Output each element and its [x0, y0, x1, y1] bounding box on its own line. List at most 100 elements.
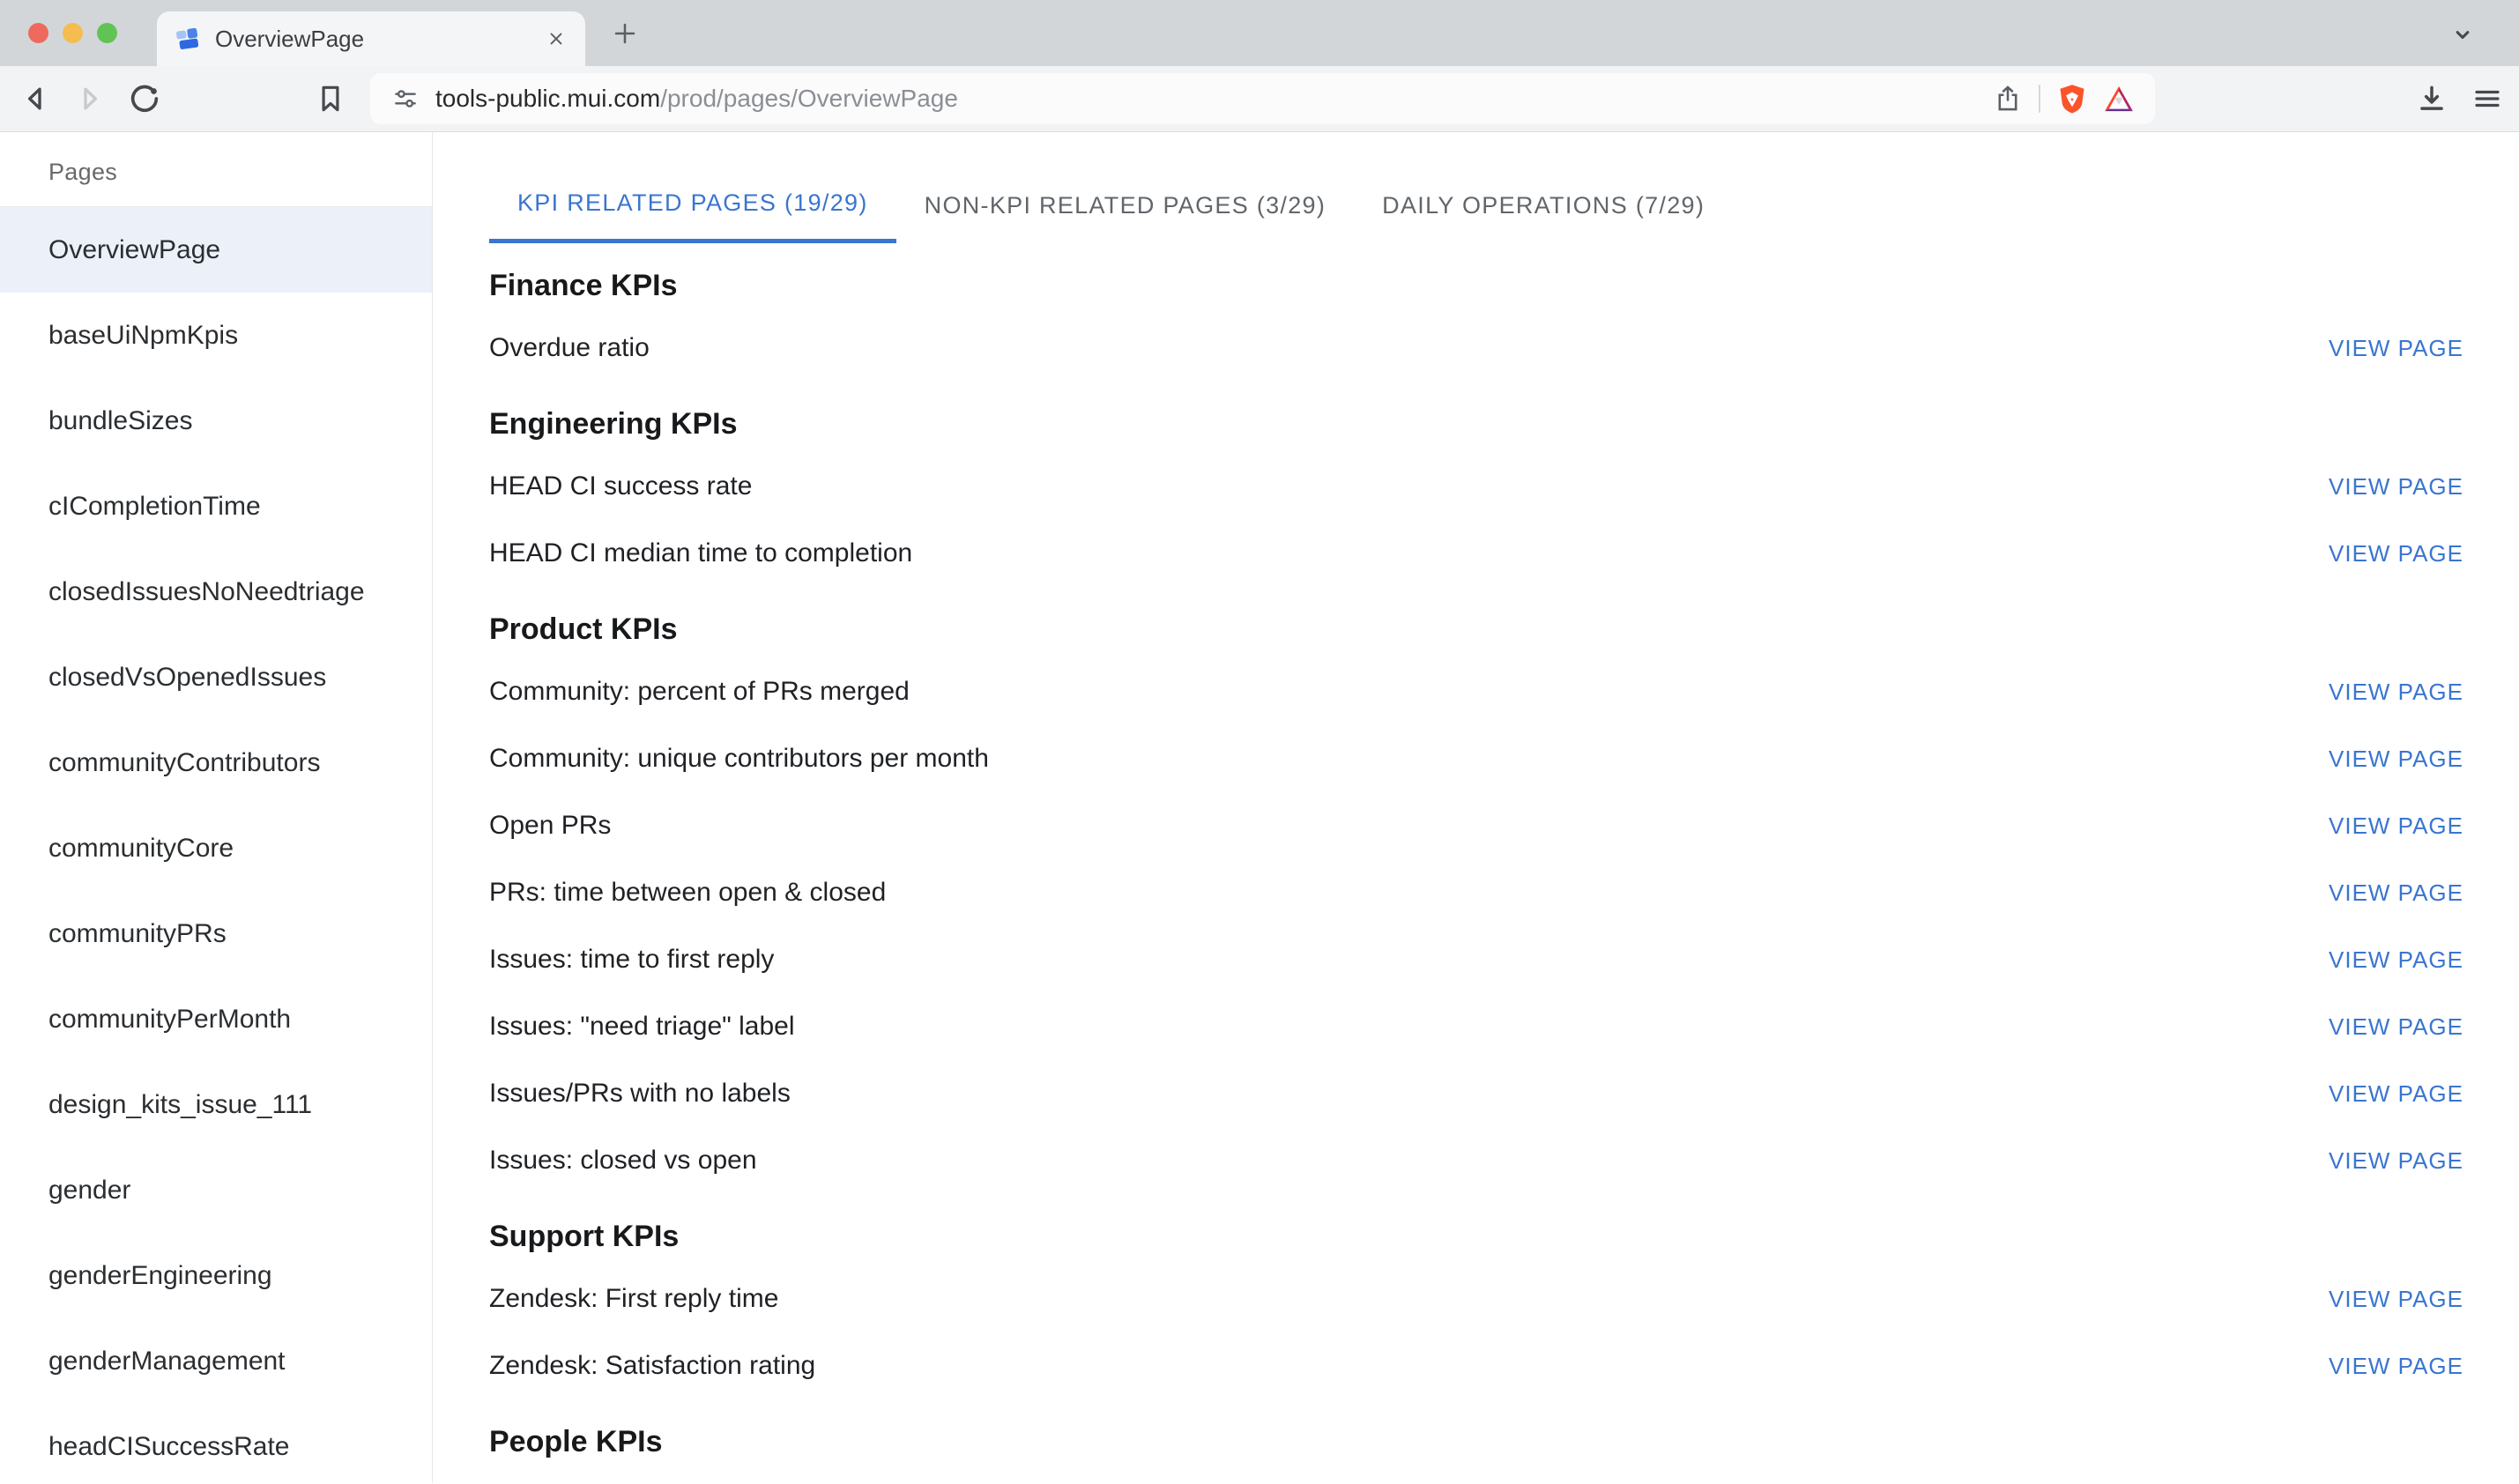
- sidebar-item-bundleSizes[interactable]: bundleSizes: [0, 378, 432, 464]
- view-page-link[interactable]: VIEW PAGE: [2329, 812, 2463, 840]
- kpi-label: Community: unique contributors per month: [489, 744, 989, 774]
- sidebar-item-genderManagement[interactable]: genderManagement: [0, 1318, 432, 1404]
- sidebar-item-cICompletionTime[interactable]: cICompletionTime: [0, 464, 432, 549]
- share-icon[interactable]: [1993, 84, 2023, 114]
- section-rows: Zendesk: First reply time VIEW PAGE Zend…: [489, 1265, 2463, 1399]
- sidebar-item-closedIssuesNoNeedtriage[interactable]: closedIssuesNoNeedtriage: [0, 549, 432, 634]
- page-content: Pages OverviewPage baseUiNpmKpis bundleS…: [0, 132, 2519, 1483]
- sidebar-item-OverviewPage[interactable]: OverviewPage: [0, 207, 432, 293]
- view-page-link[interactable]: VIEW PAGE: [2329, 540, 2463, 568]
- sidebar-item-label: genderEngineering: [48, 1261, 272, 1291]
- section-title: People KPIs: [489, 1424, 2463, 1460]
- tab-strip: OverviewPage: [0, 0, 2519, 66]
- sidebar-item-baseUiNpmKpis[interactable]: baseUiNpmKpis: [0, 293, 432, 378]
- view-page-link[interactable]: VIEW PAGE: [2329, 946, 2463, 974]
- sidebar-item-design_kits_issue_111[interactable]: design_kits_issue_111: [0, 1062, 432, 1147]
- close-window-button[interactable]: [28, 23, 48, 43]
- kpi-label: Overdue ratio: [489, 333, 650, 363]
- minimize-window-button[interactable]: [63, 23, 83, 43]
- sidebar-item-label: headCISuccessRate: [48, 1432, 290, 1462]
- category-tab-non-kpi-related-pages-3-29-[interactable]: NON-KPI RELATED PAGES (3/29): [896, 167, 1355, 243]
- view-page-link[interactable]: VIEW PAGE: [2329, 1080, 2463, 1108]
- kpi-label: PRs: time between open & closed: [489, 878, 886, 908]
- category-tab-kpi-related-pages-19-29-[interactable]: KPI RELATED PAGES (19/29): [489, 167, 896, 243]
- reload-button[interactable]: [125, 79, 164, 118]
- sidebar-item-label: design_kits_issue_111: [48, 1090, 312, 1120]
- sidebar-item-genderEngineering[interactable]: genderEngineering: [0, 1233, 432, 1318]
- toolbar-right-group: [2415, 82, 2503, 115]
- tab-search-chevron-down-icon[interactable]: [2450, 22, 2475, 47]
- kpi-label: Issues: "need triage" label: [489, 1012, 795, 1042]
- site-settings-tune-icon[interactable]: [391, 85, 420, 113]
- view-page-link[interactable]: VIEW PAGE: [2329, 1353, 2463, 1380]
- kpi-row: Issues: "need triage" label VIEW PAGE: [489, 993, 2463, 1060]
- menu-hamburger-icon[interactable]: [2471, 83, 2503, 115]
- forward-button-disabled[interactable]: [71, 79, 109, 118]
- sidebar-item-communityContributors[interactable]: communityContributors: [0, 720, 432, 805]
- tab-title: OverviewPage: [215, 26, 531, 53]
- sidebar-item-communityPerMonth[interactable]: communityPerMonth: [0, 976, 432, 1062]
- kpi-row: Zendesk: First reply time VIEW PAGE: [489, 1265, 2463, 1332]
- browser-toolbar: tools-public.mui.com/prod/pages/Overview…: [0, 66, 2519, 132]
- view-page-link[interactable]: VIEW PAGE: [2329, 879, 2463, 907]
- sidebar-item-label: bundleSizes: [48, 406, 192, 436]
- view-page-link[interactable]: VIEW PAGE: [2329, 335, 2463, 362]
- kpi-label: Issues/PRs with no labels: [489, 1079, 791, 1109]
- brave-rewards-bat-icon[interactable]: [2104, 85, 2134, 112]
- new-tab-button[interactable]: [610, 19, 640, 48]
- kpi-section: Engineering KPIs HEAD CI success rate VI…: [489, 406, 2463, 587]
- kpi-row: Community: unique contributors per month…: [489, 725, 2463, 792]
- browser-window: OverviewPage: [0, 0, 2519, 1483]
- kpi-row: Issues/PRs with no labels VIEW PAGE: [489, 1060, 2463, 1127]
- toolbar-divider: [2039, 85, 2040, 113]
- address-bar[interactable]: tools-public.mui.com/prod/pages/Overview…: [370, 73, 2155, 124]
- browser-tab[interactable]: OverviewPage: [157, 11, 585, 66]
- url-path: /prod/pages/OverviewPage: [660, 85, 958, 112]
- back-button[interactable]: [16, 79, 55, 118]
- sidebar-item-closedVsOpenedIssues[interactable]: closedVsOpenedIssues: [0, 634, 432, 720]
- view-page-link[interactable]: VIEW PAGE: [2329, 746, 2463, 773]
- section-title: Product KPIs: [489, 612, 2463, 648]
- category-tab-daily-operations-7-29-[interactable]: DAILY OPERATIONS (7/29): [1354, 167, 1733, 243]
- sidebar-item-label: closedVsOpenedIssues: [48, 663, 326, 693]
- sidebar-item-label: closedIssuesNoNeedtriage: [48, 577, 365, 607]
- kpi-section: Product KPIs Community: percent of PRs m…: [489, 612, 2463, 1194]
- kpi-row: Issues: closed vs open VIEW PAGE: [489, 1127, 2463, 1194]
- brave-shields-icon[interactable]: [2056, 83, 2088, 115]
- kpi-row: Open PRs VIEW PAGE: [489, 792, 2463, 859]
- view-page-link[interactable]: VIEW PAGE: [2329, 1286, 2463, 1313]
- kpi-row: Overdue ratio VIEW PAGE: [489, 315, 2463, 382]
- sidebar-item-headCISuccessRate[interactable]: headCISuccessRate: [0, 1404, 432, 1484]
- sidebar-item-gender[interactable]: gender: [0, 1147, 432, 1233]
- sidebar-item-label: cICompletionTime: [48, 492, 261, 522]
- section-rows: HEAD CI success rate VIEW PAGE HEAD CI m…: [489, 453, 2463, 587]
- kpi-label: Open PRs: [489, 811, 611, 841]
- view-page-link[interactable]: VIEW PAGE: [2329, 679, 2463, 706]
- sidebar-item-label: communityPRs: [48, 919, 227, 949]
- sidebar-item-communityPRs[interactable]: communityPRs: [0, 891, 432, 976]
- sidebar-item-label: communityPerMonth: [48, 1005, 291, 1035]
- sidebar-item-label: OverviewPage: [48, 235, 220, 265]
- tab-close-icon[interactable]: [545, 27, 568, 50]
- kpi-label: HEAD CI success rate: [489, 471, 752, 501]
- kpi-sections: Finance KPIs Overdue ratio VIEW PAGE Eng…: [489, 268, 2463, 1460]
- kpi-label: Community: percent of PRs merged: [489, 677, 910, 707]
- view-page-link[interactable]: VIEW PAGE: [2329, 473, 2463, 501]
- bookmark-icon[interactable]: [312, 79, 349, 118]
- kpi-label: Zendesk: First reply time: [489, 1284, 778, 1314]
- section-rows: Community: percent of PRs merged VIEW PA…: [489, 658, 2463, 1194]
- kpi-row: HEAD CI median time to completion VIEW P…: [489, 520, 2463, 587]
- sidebar-item-label: communityCore: [48, 834, 234, 864]
- view-page-link[interactable]: VIEW PAGE: [2329, 1013, 2463, 1041]
- sidebar-item-communityCore[interactable]: communityCore: [0, 805, 432, 891]
- kpi-label: Issues: closed vs open: [489, 1146, 757, 1176]
- fullscreen-window-button[interactable]: [97, 23, 117, 43]
- sidebar-header: Pages: [0, 132, 432, 207]
- section-title: Finance KPIs: [489, 268, 2463, 304]
- sidebar-item-label: communityContributors: [48, 748, 320, 778]
- downloads-icon[interactable]: [2415, 82, 2448, 115]
- view-page-link[interactable]: VIEW PAGE: [2329, 1147, 2463, 1175]
- kpi-label: Zendesk: Satisfaction rating: [489, 1351, 815, 1381]
- kpi-row: Issues: time to first reply VIEW PAGE: [489, 926, 2463, 993]
- section-title: Engineering KPIs: [489, 406, 2463, 442]
